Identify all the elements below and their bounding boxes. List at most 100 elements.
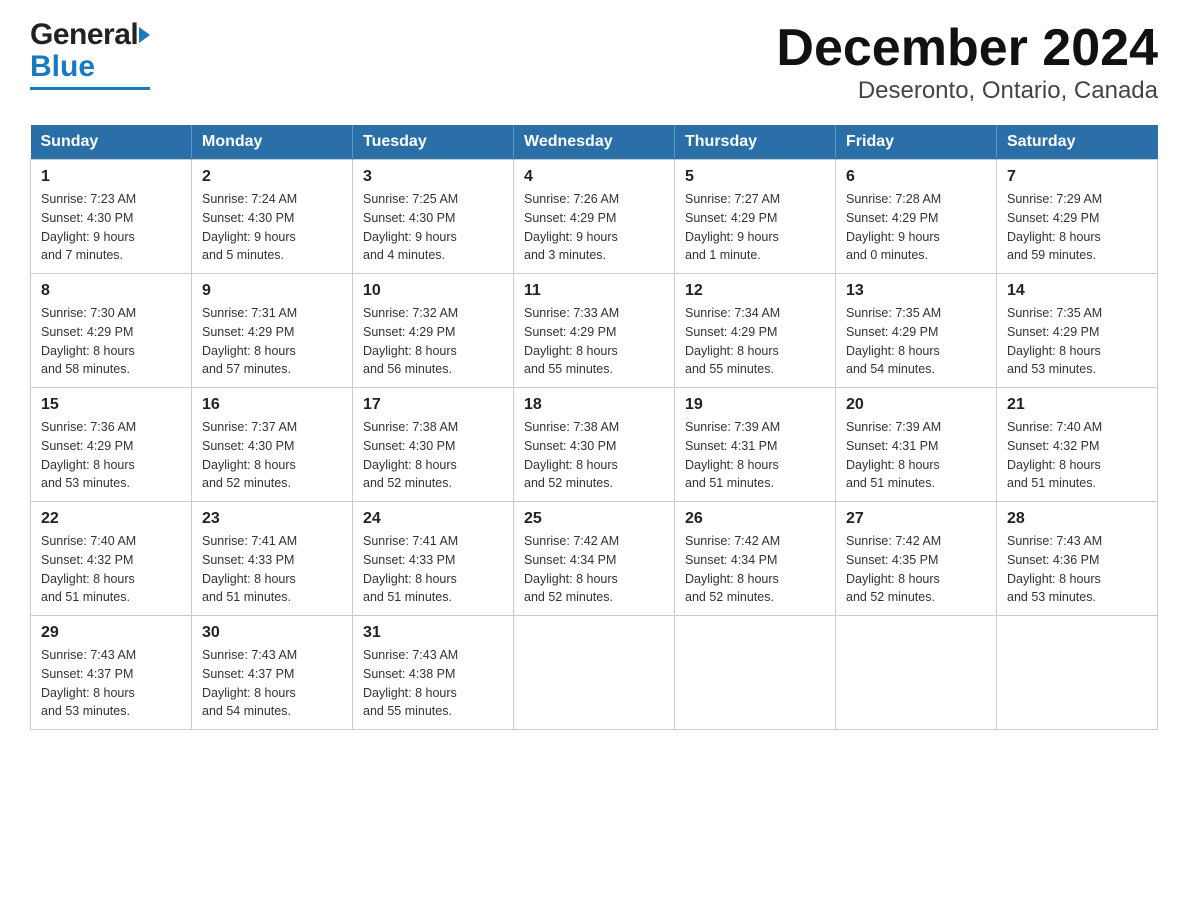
logo-general-text: General <box>30 20 138 50</box>
day-info: Sunrise: 7:42 AMSunset: 4:35 PMDaylight:… <box>846 534 941 604</box>
day-number: 24 <box>363 510 503 528</box>
day-number: 13 <box>846 282 986 300</box>
day-info: Sunrise: 7:26 AMSunset: 4:29 PMDaylight:… <box>524 192 619 262</box>
table-row: 19 Sunrise: 7:39 AMSunset: 4:31 PMDaylig… <box>675 388 836 502</box>
table-row: 8 Sunrise: 7:30 AMSunset: 4:29 PMDayligh… <box>31 274 192 388</box>
day-info: Sunrise: 7:42 AMSunset: 4:34 PMDaylight:… <box>524 534 619 604</box>
day-number: 15 <box>41 396 181 414</box>
day-info: Sunrise: 7:40 AMSunset: 4:32 PMDaylight:… <box>1007 420 1102 490</box>
day-number: 22 <box>41 510 181 528</box>
table-row: 17 Sunrise: 7:38 AMSunset: 4:30 PMDaylig… <box>353 388 514 502</box>
day-info: Sunrise: 7:24 AMSunset: 4:30 PMDaylight:… <box>202 192 297 262</box>
day-number: 5 <box>685 168 825 186</box>
day-number: 31 <box>363 624 503 642</box>
day-number: 27 <box>846 510 986 528</box>
day-info: Sunrise: 7:29 AMSunset: 4:29 PMDaylight:… <box>1007 192 1102 262</box>
calendar-week-4: 22 Sunrise: 7:40 AMSunset: 4:32 PMDaylig… <box>31 502 1158 616</box>
day-number: 19 <box>685 396 825 414</box>
day-info: Sunrise: 7:23 AMSunset: 4:30 PMDaylight:… <box>41 192 136 262</box>
day-info: Sunrise: 7:39 AMSunset: 4:31 PMDaylight:… <box>846 420 941 490</box>
day-number: 2 <box>202 168 342 186</box>
calendar-week-3: 15 Sunrise: 7:36 AMSunset: 4:29 PMDaylig… <box>31 388 1158 502</box>
calendar-title: December 2024 <box>776 20 1158 77</box>
table-row: 24 Sunrise: 7:41 AMSunset: 4:33 PMDaylig… <box>353 502 514 616</box>
table-row: 21 Sunrise: 7:40 AMSunset: 4:32 PMDaylig… <box>997 388 1158 502</box>
table-row <box>514 616 675 730</box>
table-row: 30 Sunrise: 7:43 AMSunset: 4:37 PMDaylig… <box>192 616 353 730</box>
logo-arrow-icon <box>139 27 150 43</box>
day-number: 29 <box>41 624 181 642</box>
day-info: Sunrise: 7:41 AMSunset: 4:33 PMDaylight:… <box>363 534 458 604</box>
day-number: 3 <box>363 168 503 186</box>
col-wednesday: Wednesday <box>514 125 675 160</box>
day-number: 16 <box>202 396 342 414</box>
table-row: 23 Sunrise: 7:41 AMSunset: 4:33 PMDaylig… <box>192 502 353 616</box>
day-info: Sunrise: 7:35 AMSunset: 4:29 PMDaylight:… <box>846 306 941 376</box>
day-number: 30 <box>202 624 342 642</box>
table-row: 9 Sunrise: 7:31 AMSunset: 4:29 PMDayligh… <box>192 274 353 388</box>
table-row: 25 Sunrise: 7:42 AMSunset: 4:34 PMDaylig… <box>514 502 675 616</box>
table-row: 16 Sunrise: 7:37 AMSunset: 4:30 PMDaylig… <box>192 388 353 502</box>
col-sunday: Sunday <box>31 125 192 160</box>
table-row <box>836 616 997 730</box>
table-row <box>997 616 1158 730</box>
day-number: 17 <box>363 396 503 414</box>
table-row: 10 Sunrise: 7:32 AMSunset: 4:29 PMDaylig… <box>353 274 514 388</box>
table-row: 2 Sunrise: 7:24 AMSunset: 4:30 PMDayligh… <box>192 160 353 274</box>
table-row: 14 Sunrise: 7:35 AMSunset: 4:29 PMDaylig… <box>997 274 1158 388</box>
day-number: 20 <box>846 396 986 414</box>
day-number: 28 <box>1007 510 1147 528</box>
day-number: 25 <box>524 510 664 528</box>
logo: General Blue <box>30 20 150 90</box>
day-number: 10 <box>363 282 503 300</box>
table-row: 4 Sunrise: 7:26 AMSunset: 4:29 PMDayligh… <box>514 160 675 274</box>
title-block: December 2024 Deseronto, Ontario, Canada <box>776 20 1158 105</box>
day-info: Sunrise: 7:43 AMSunset: 4:38 PMDaylight:… <box>363 648 458 718</box>
day-number: 1 <box>41 168 181 186</box>
table-row: 15 Sunrise: 7:36 AMSunset: 4:29 PMDaylig… <box>31 388 192 502</box>
table-row: 7 Sunrise: 7:29 AMSunset: 4:29 PMDayligh… <box>997 160 1158 274</box>
day-info: Sunrise: 7:36 AMSunset: 4:29 PMDaylight:… <box>41 420 136 490</box>
table-row: 31 Sunrise: 7:43 AMSunset: 4:38 PMDaylig… <box>353 616 514 730</box>
col-monday: Monday <box>192 125 353 160</box>
calendar-table: Sunday Monday Tuesday Wednesday Thursday… <box>30 125 1158 730</box>
table-row: 13 Sunrise: 7:35 AMSunset: 4:29 PMDaylig… <box>836 274 997 388</box>
day-info: Sunrise: 7:42 AMSunset: 4:34 PMDaylight:… <box>685 534 780 604</box>
day-number: 4 <box>524 168 664 186</box>
calendar-subtitle: Deseronto, Ontario, Canada <box>776 77 1158 105</box>
day-number: 7 <box>1007 168 1147 186</box>
day-info: Sunrise: 7:37 AMSunset: 4:30 PMDaylight:… <box>202 420 297 490</box>
day-number: 23 <box>202 510 342 528</box>
day-info: Sunrise: 7:43 AMSunset: 4:37 PMDaylight:… <box>202 648 297 718</box>
day-number: 21 <box>1007 396 1147 414</box>
day-info: Sunrise: 7:33 AMSunset: 4:29 PMDaylight:… <box>524 306 619 376</box>
col-thursday: Thursday <box>675 125 836 160</box>
day-number: 26 <box>685 510 825 528</box>
table-row: 28 Sunrise: 7:43 AMSunset: 4:36 PMDaylig… <box>997 502 1158 616</box>
day-info: Sunrise: 7:34 AMSunset: 4:29 PMDaylight:… <box>685 306 780 376</box>
table-row: 27 Sunrise: 7:42 AMSunset: 4:35 PMDaylig… <box>836 502 997 616</box>
day-info: Sunrise: 7:30 AMSunset: 4:29 PMDaylight:… <box>41 306 136 376</box>
logo-blue-text: Blue <box>30 50 95 84</box>
calendar-week-2: 8 Sunrise: 7:30 AMSunset: 4:29 PMDayligh… <box>31 274 1158 388</box>
table-row <box>675 616 836 730</box>
page-header: General Blue December 2024 Deseronto, On… <box>30 20 1158 105</box>
day-info: Sunrise: 7:25 AMSunset: 4:30 PMDaylight:… <box>363 192 458 262</box>
day-info: Sunrise: 7:43 AMSunset: 4:37 PMDaylight:… <box>41 648 136 718</box>
table-row: 12 Sunrise: 7:34 AMSunset: 4:29 PMDaylig… <box>675 274 836 388</box>
calendar-header-row: Sunday Monday Tuesday Wednesday Thursday… <box>31 125 1158 160</box>
day-info: Sunrise: 7:35 AMSunset: 4:29 PMDaylight:… <box>1007 306 1102 376</box>
day-info: Sunrise: 7:38 AMSunset: 4:30 PMDaylight:… <box>363 420 458 490</box>
day-info: Sunrise: 7:32 AMSunset: 4:29 PMDaylight:… <box>363 306 458 376</box>
day-info: Sunrise: 7:28 AMSunset: 4:29 PMDaylight:… <box>846 192 941 262</box>
col-saturday: Saturday <box>997 125 1158 160</box>
table-row: 26 Sunrise: 7:42 AMSunset: 4:34 PMDaylig… <box>675 502 836 616</box>
day-number: 6 <box>846 168 986 186</box>
table-row: 5 Sunrise: 7:27 AMSunset: 4:29 PMDayligh… <box>675 160 836 274</box>
calendar-week-5: 29 Sunrise: 7:43 AMSunset: 4:37 PMDaylig… <box>31 616 1158 730</box>
day-number: 12 <box>685 282 825 300</box>
day-number: 11 <box>524 282 664 300</box>
day-info: Sunrise: 7:38 AMSunset: 4:30 PMDaylight:… <box>524 420 619 490</box>
day-info: Sunrise: 7:43 AMSunset: 4:36 PMDaylight:… <box>1007 534 1102 604</box>
table-row: 1 Sunrise: 7:23 AMSunset: 4:30 PMDayligh… <box>31 160 192 274</box>
